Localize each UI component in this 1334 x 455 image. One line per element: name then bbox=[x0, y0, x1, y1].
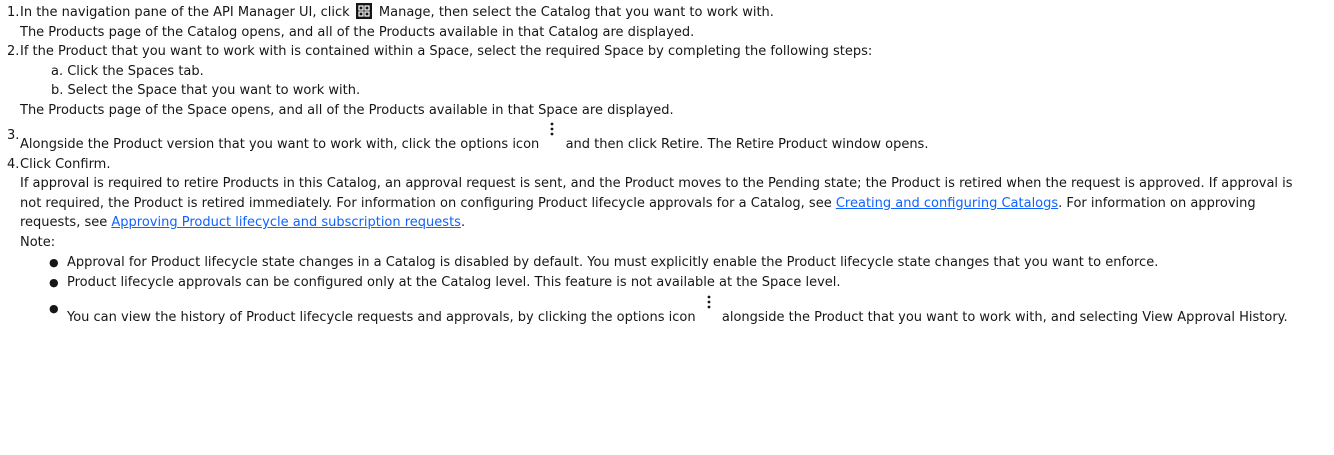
bullet-icon: ● bbox=[49, 275, 59, 289]
step-2-text: If the Product that you want to work wit… bbox=[20, 44, 873, 59]
procedure-steps: 1. In the navigation pane of the API Man… bbox=[0, 0, 1317, 328]
bullet-icon: ● bbox=[49, 256, 59, 269]
step-number: 3. bbox=[7, 128, 20, 143]
step-4-text: Click Confirm. bbox=[20, 156, 111, 172]
step-number: 1. bbox=[7, 5, 20, 20]
approving-requests-link[interactable]: Approving Product lifecycle and subscrip… bbox=[111, 215, 461, 230]
step-1-text: In the navigation pane of the API Manage… bbox=[20, 3, 774, 20]
step-3: 3. Alongside the Product version that yo… bbox=[7, 122, 1317, 155]
step-2: 2. If the Product that you want to work … bbox=[7, 42, 1317, 120]
grid-icon bbox=[355, 3, 372, 19]
creating-catalogs-link[interactable]: Creating and configuring Catalogs bbox=[836, 196, 1058, 211]
notes-list: ● Approval for Product lifecycle state c… bbox=[20, 253, 1317, 328]
substep-a: a. Click the Spaces tab. bbox=[51, 63, 204, 79]
step-1-result: The Products page of the Catalog opens, … bbox=[20, 24, 695, 40]
step-number: 2. bbox=[7, 44, 20, 59]
overflow-menu-vertical-icon bbox=[704, 291, 714, 315]
substeps-list: a. Click the Spaces tab. b. Select the S… bbox=[20, 62, 1317, 101]
step-4-result: If approval is required to retire Produc… bbox=[20, 176, 1293, 230]
step-3-text: Alongside the Product version that you w… bbox=[20, 122, 1317, 155]
bullet-icon: ● bbox=[49, 302, 59, 315]
overflow-menu-vertical-icon bbox=[547, 118, 557, 142]
step-1: 1. In the navigation pane of the API Man… bbox=[7, 3, 1317, 42]
step-4: 4. Click Confirm. If approval is require… bbox=[7, 155, 1317, 328]
note-item: ● You can view the history of Product li… bbox=[49, 295, 1317, 328]
note-item: ● Product lifecycle approvals can be con… bbox=[49, 273, 1317, 293]
note-item: ● Approval for Product lifecycle state c… bbox=[49, 253, 1317, 273]
step-number: 4. bbox=[7, 156, 20, 172]
note-label: Note: bbox=[20, 234, 56, 250]
substep-b: b. Select the Space that you want to wor… bbox=[51, 83, 361, 98]
step-2-result: The Products page of the Space opens, an… bbox=[20, 102, 674, 118]
